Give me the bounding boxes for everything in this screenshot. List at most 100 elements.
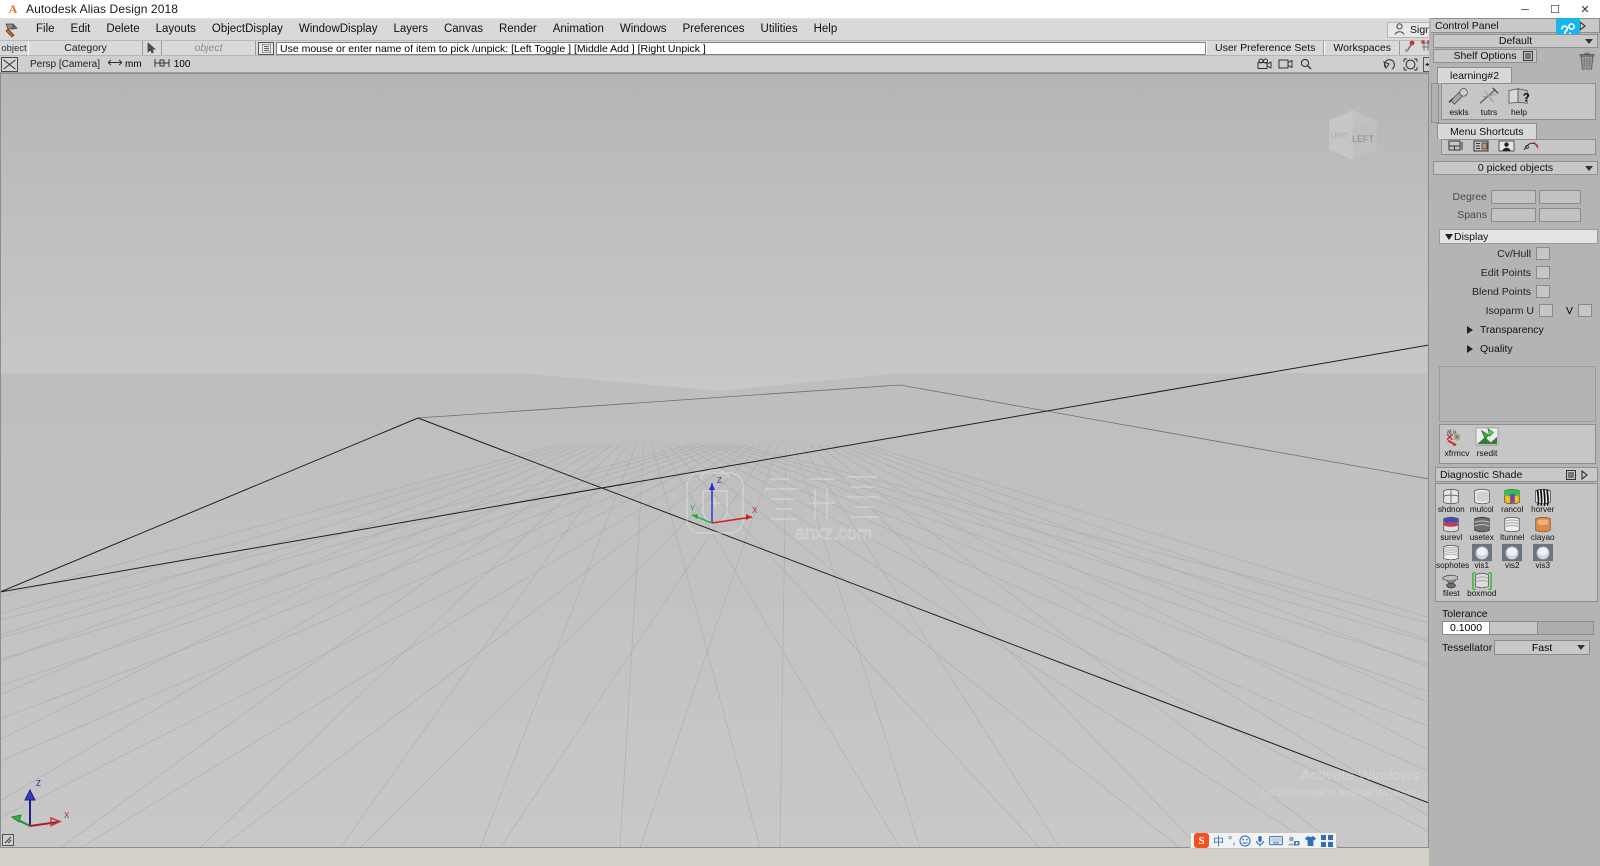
- ds-item-vis3[interactable]: vis3: [1528, 543, 1559, 571]
- menu-help[interactable]: Help: [806, 20, 846, 39]
- tessellator-dropdown[interactable]: Fast: [1494, 640, 1590, 655]
- diagnostic-shade-expand-icon[interactable]: [1578, 468, 1591, 481]
- sogou-ime-icon[interactable]: S: [1194, 833, 1209, 848]
- diagnostic-shade-header[interactable]: Diagnostic Shade: [1435, 467, 1598, 482]
- picked-objects-bar[interactable]: 0 picked objects: [1433, 161, 1598, 175]
- skin-icon[interactable]: [1304, 835, 1317, 847]
- cv-hull-checkbox[interactable]: [1536, 247, 1550, 260]
- mic-icon[interactable]: [1255, 835, 1265, 847]
- pick-cursor-icon[interactable]: [143, 41, 161, 55]
- menu-render[interactable]: Render: [491, 20, 545, 39]
- shelf-item-eskls[interactable]: eskls: [1444, 86, 1474, 118]
- curve-edit-icon[interactable]: [1523, 140, 1540, 155]
- minimize-button[interactable]: ─: [1510, 0, 1540, 19]
- transparency-subsection[interactable]: Transparency: [1439, 320, 1598, 339]
- ds-item-vis1[interactable]: vis1: [1467, 543, 1498, 571]
- alias-pick-tool-icon[interactable]: [0, 19, 28, 41]
- spans-u-input[interactable]: [1491, 208, 1536, 222]
- menu-animation[interactable]: Animation: [545, 20, 612, 39]
- category-selector[interactable]: Category: [28, 41, 143, 55]
- rotate-view-icon[interactable]: [1381, 57, 1398, 72]
- menu-windowdisplay[interactable]: WindowDisplay: [291, 20, 386, 39]
- menu-windows[interactable]: Windows: [612, 20, 675, 39]
- menu-canvas[interactable]: Canvas: [436, 20, 491, 39]
- ds-item-boxmod[interactable]: boxmod: [1467, 571, 1498, 599]
- display-row-cvhull: Cv/Hull: [1439, 244, 1598, 263]
- tab-menu-shortcuts[interactable]: Menu Shortcuts: [1437, 123, 1537, 139]
- emoji-icon[interactable]: [1239, 834, 1252, 847]
- spans-v-input[interactable]: [1539, 208, 1581, 222]
- menu-layers[interactable]: Layers: [385, 20, 436, 39]
- apps-icon[interactable]: [1321, 834, 1334, 847]
- shelf-options-button[interactable]: Shelf Options: [1433, 49, 1537, 63]
- close-button[interactable]: ✕: [1570, 0, 1600, 19]
- layout-icon[interactable]: [1448, 140, 1465, 155]
- view-cube[interactable]: LEFT LEFT: [1315, 98, 1387, 168]
- menu-preferences[interactable]: Preferences: [675, 20, 753, 39]
- blend-points-checkbox[interactable]: [1536, 285, 1550, 298]
- menu-utilities[interactable]: Utilities: [753, 20, 806, 39]
- ds-item-horver[interactable]: horver: [1528, 487, 1559, 515]
- grid-value-label[interactable]: 100: [174, 59, 191, 70]
- tolerance-slot-2[interactable]: [1490, 621, 1538, 635]
- delete-shelf-trash-icon[interactable]: [1578, 51, 1598, 73]
- list-icon[interactable]: [1473, 140, 1490, 155]
- light-tunnel-icon: [1504, 516, 1520, 533]
- viewport-resize-handle[interactable]: [2, 834, 14, 846]
- ds-item-rancol[interactable]: rancol: [1497, 487, 1528, 515]
- ds-item-clayao[interactable]: clayao: [1528, 515, 1559, 543]
- display-section-header[interactable]: Display: [1439, 229, 1598, 244]
- ds-item-shdnon[interactable]: shdnon: [1436, 487, 1467, 515]
- degree-v-input[interactable]: [1539, 190, 1581, 204]
- ds-item-usetex[interactable]: usetex: [1467, 515, 1498, 543]
- view-name-label[interactable]: Persp [Camera]: [30, 59, 100, 70]
- screenshot-icon[interactable]: [1287, 835, 1300, 847]
- ime-mode-chinese[interactable]: 中: [1213, 833, 1224, 849]
- edit-points-checkbox[interactable]: [1536, 266, 1550, 279]
- ds-item-mulcol[interactable]: mulcol: [1467, 487, 1498, 515]
- menu-file[interactable]: File: [28, 20, 63, 39]
- person-icon[interactable]: [1498, 140, 1515, 155]
- menu-layouts[interactable]: Layouts: [148, 20, 204, 39]
- ds-item-surevl[interactable]: surevl: [1436, 515, 1467, 543]
- maximize-button[interactable]: ☐: [1540, 0, 1570, 19]
- quality-subsection[interactable]: Quality: [1439, 339, 1598, 358]
- zoom-search-icon[interactable]: [1298, 57, 1315, 72]
- shelf-item-help[interactable]: ? help: [1504, 86, 1534, 118]
- shelf-item-tutrs[interactable]: tutrs: [1474, 86, 1504, 118]
- ds-item-ltunnel[interactable]: ltunnel: [1497, 515, 1528, 543]
- workspaces-button[interactable]: Workspaces: [1324, 41, 1400, 55]
- menu-delete[interactable]: Delete: [98, 20, 147, 39]
- video-record-icon[interactable]: [1277, 57, 1294, 72]
- user-preference-sets-button[interactable]: User Preference Sets: [1206, 41, 1325, 55]
- chevron-down-icon: [1445, 234, 1453, 240]
- shelf-item-xfrmcv[interactable]: a] u xfrmcv: [1442, 427, 1472, 463]
- camera-icon[interactable]: [1256, 57, 1273, 72]
- viewport-close-icon[interactable]: [1, 56, 18, 72]
- menu-edit[interactable]: Edit: [63, 20, 99, 39]
- object-name-input[interactable]: object: [161, 41, 256, 55]
- isoparm-v-checkbox[interactable]: [1578, 304, 1592, 317]
- ds-item-sophotes[interactable]: sophotes: [1436, 543, 1469, 571]
- ime-punctuation-toggle[interactable]: °,: [1228, 835, 1235, 847]
- prompt-message[interactable]: Use mouse or enter name of item to pick …: [276, 41, 1206, 55]
- isoparm-u-checkbox[interactable]: [1539, 304, 1553, 317]
- perspective-viewport[interactable]: LEFT LEFT LEFT anxz.com: [0, 73, 1429, 848]
- shelf-options-menu-icon[interactable]: [1523, 51, 1533, 64]
- tolerance-input[interactable]: 0.1000: [1442, 621, 1490, 635]
- ds-item-vis2[interactable]: vis2: [1497, 543, 1528, 571]
- shelf-item-rsedit[interactable]: rsedit: [1472, 427, 1502, 463]
- shelf-scrollbar[interactable]: [1431, 83, 1439, 123]
- ds-label: vis3: [1535, 561, 1551, 570]
- shelf-tab-learning[interactable]: learning#2: [1437, 67, 1513, 83]
- degree-u-input[interactable]: [1491, 190, 1536, 204]
- ds-item-filest[interactable]: filest: [1436, 571, 1467, 599]
- menu-objectdisplay[interactable]: ObjectDisplay: [204, 20, 291, 39]
- control-panel-preset-dropdown[interactable]: Default: [1433, 34, 1598, 48]
- prompt-history-icon[interactable]: [258, 41, 274, 55]
- tolerance-slot-3[interactable]: [1538, 621, 1594, 635]
- diagnostic-shade-menu-icon[interactable]: [1564, 468, 1577, 481]
- pin-icon-1[interactable]: [1403, 40, 1417, 56]
- fit-view-icon[interactable]: [1402, 57, 1419, 72]
- keyboard-icon[interactable]: [1269, 835, 1284, 846]
